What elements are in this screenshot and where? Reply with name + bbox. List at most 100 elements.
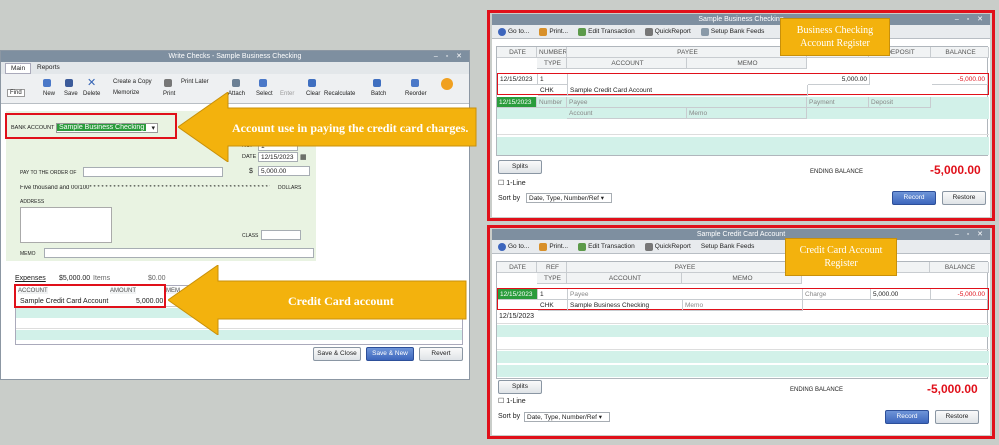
memo-input[interactable]: Memo [683,300,803,311]
address-textarea[interactable] [20,207,112,243]
reminder-icon[interactable] [441,78,453,90]
window-controls[interactable]: ‒ ▫ ✕ [955,229,986,240]
quickreport-button[interactable]: QuickReport [644,242,691,251]
attach-icon[interactable] [232,79,240,87]
save-new-button[interactable]: Save & New [366,347,414,361]
next-row-date: 12/15/2023 [499,313,535,320]
edit-transaction-button[interactable]: Edit Transaction [578,27,635,36]
expenses-amount: $5,000.00 [59,275,91,282]
class-select[interactable] [261,230,301,240]
new-entry-row[interactable]: 12/15/2023 Number Payee Payment Deposit … [497,97,989,119]
restore-button[interactable]: Restore [935,410,979,424]
goto-button[interactable]: Go to... [498,27,530,36]
memo-input[interactable] [44,248,314,258]
tab-main[interactable]: Main [5,63,32,74]
sort-select[interactable]: Date, Type, Number/Ref ▾ [526,193,612,203]
account-select[interactable]: Sample Business Checking [568,300,683,311]
charge-input[interactable]: Charge [803,289,871,300]
empty-row[interactable] [497,325,989,337]
account-input[interactable]: Account [567,108,687,119]
create-copy-button[interactable]: Create a Copy [113,79,152,85]
payment-input[interactable]: Payment [807,97,869,108]
delete-label: Delete [83,91,101,97]
report-icon [644,242,653,251]
print-button[interactable]: Print... [539,242,568,251]
new-date-input[interactable]: 12/15/2023 [497,97,537,108]
payee-select[interactable] [83,167,223,177]
sort-select[interactable]: Date, Type, Number/Ref ▾ [524,412,610,422]
restore-button[interactable]: Restore [942,191,986,205]
bank-feeds-button[interactable]: Setup Bank Feeds [701,243,754,250]
row-type: CHK [538,85,568,96]
col-payee: PAYEE [567,262,802,273]
ending-balance-value: -5,000.00 [930,163,981,177]
transaction-row[interactable]: 12/15/2023 1 5,000.00 -5,000.00 CHK Samp… [497,73,989,96]
bank-feeds-label: Setup Bank Feeds [710,28,765,35]
row-date: 12/15/2023 [498,74,538,85]
checking-toolbar: Go to... Print... Edit Transaction Quick… [492,25,990,39]
col-ref: REF [537,262,567,273]
select-icon[interactable] [259,79,267,87]
record-button[interactable]: Record [892,191,936,205]
row-number: 1 [538,74,568,85]
empty-row[interactable] [497,338,989,350]
empty-row[interactable] [497,365,989,377]
goto-label: Go to... [508,28,530,35]
splits-button[interactable]: Splits [498,380,542,394]
print-later-checkbox[interactable]: Print Later [181,79,209,85]
expenses-tab[interactable]: Expenses [15,275,46,282]
goto-button[interactable]: Go to... [498,242,530,251]
reorder-icon[interactable] [411,79,419,87]
transaction-row[interactable]: 12/15/2023 1 Payee Charge 5,000.00 -5,00… [497,288,989,311]
print-icon[interactable] [164,79,172,87]
edit-icon [578,242,587,251]
checking-grid: DATE NUMBER TYPE PAYEE ACCOUNT MEMO DEPO… [496,46,989,156]
revert-button[interactable]: Revert [419,347,463,361]
goto-label: Go to... [508,243,530,250]
report-icon [644,27,653,36]
save-icon[interactable] [65,79,73,87]
row-ref: 1 [538,289,568,300]
batch-icon[interactable] [373,79,381,87]
sort-value: Date, Type, Number/Ref [529,195,599,202]
number-input[interactable]: Number [537,97,567,108]
payee-input[interactable]: Payee [567,97,807,108]
quickreport-label: QuickReport [654,243,691,250]
memo-label: MEMO [20,251,36,257]
quickreport-button[interactable]: QuickReport [644,27,691,36]
one-line-checkbox[interactable]: ☐ 1-Line [498,179,526,187]
bank-feeds-label: Setup Bank Feeds [700,243,755,250]
cc-register-window: Sample Credit Card Account ‒ ▫ ✕ Go to...… [492,229,990,435]
col-number: NUMBER [537,47,567,58]
empty-row[interactable] [497,137,989,155]
empty-row[interactable] [497,351,989,363]
memo-input[interactable]: Memo [687,108,807,119]
memorize-button[interactable]: Memorize [113,90,139,96]
row-payment: 5,000.00 [808,74,870,85]
ending-balance-value: -5,000.00 [927,382,978,396]
clear-icon[interactable] [308,79,316,87]
deposit-input[interactable]: Deposit [869,97,931,108]
bank-feeds-button[interactable]: Setup Bank Feeds [700,27,765,36]
edit-transaction-button[interactable]: Edit Transaction [578,242,635,251]
window-controls[interactable]: ‒ ▫ ✕ [955,14,986,25]
record-button[interactable]: Record [885,410,929,424]
window-controls[interactable]: ‒ ▫ ✕ [434,51,465,62]
one-line-checkbox[interactable]: ☐ 1-Line [498,397,526,405]
tab-reports[interactable]: Reports [37,64,60,71]
empty-row[interactable] [497,121,989,135]
col-memo: MEMO [682,273,802,284]
row-balance: -5,000.00 [932,74,988,85]
col-balance: BALANCE [930,262,989,273]
payee-input[interactable]: Payee [568,289,803,300]
row-payment: 5,000.00 [871,289,931,300]
amount-input[interactable]: 5,000.00 [258,166,310,176]
save-close-button[interactable]: Save & Close [313,347,361,361]
print-button[interactable]: Print... [539,27,568,36]
next-row[interactable]: 12/15/2023 [497,312,989,324]
splits-button[interactable]: Splits [498,160,542,174]
delete-icon[interactable]: ✕ [87,76,96,89]
items-tab[interactable]: Items [93,275,110,282]
find-button[interactable]: Find [7,89,25,97]
new-icon[interactable] [43,79,51,87]
